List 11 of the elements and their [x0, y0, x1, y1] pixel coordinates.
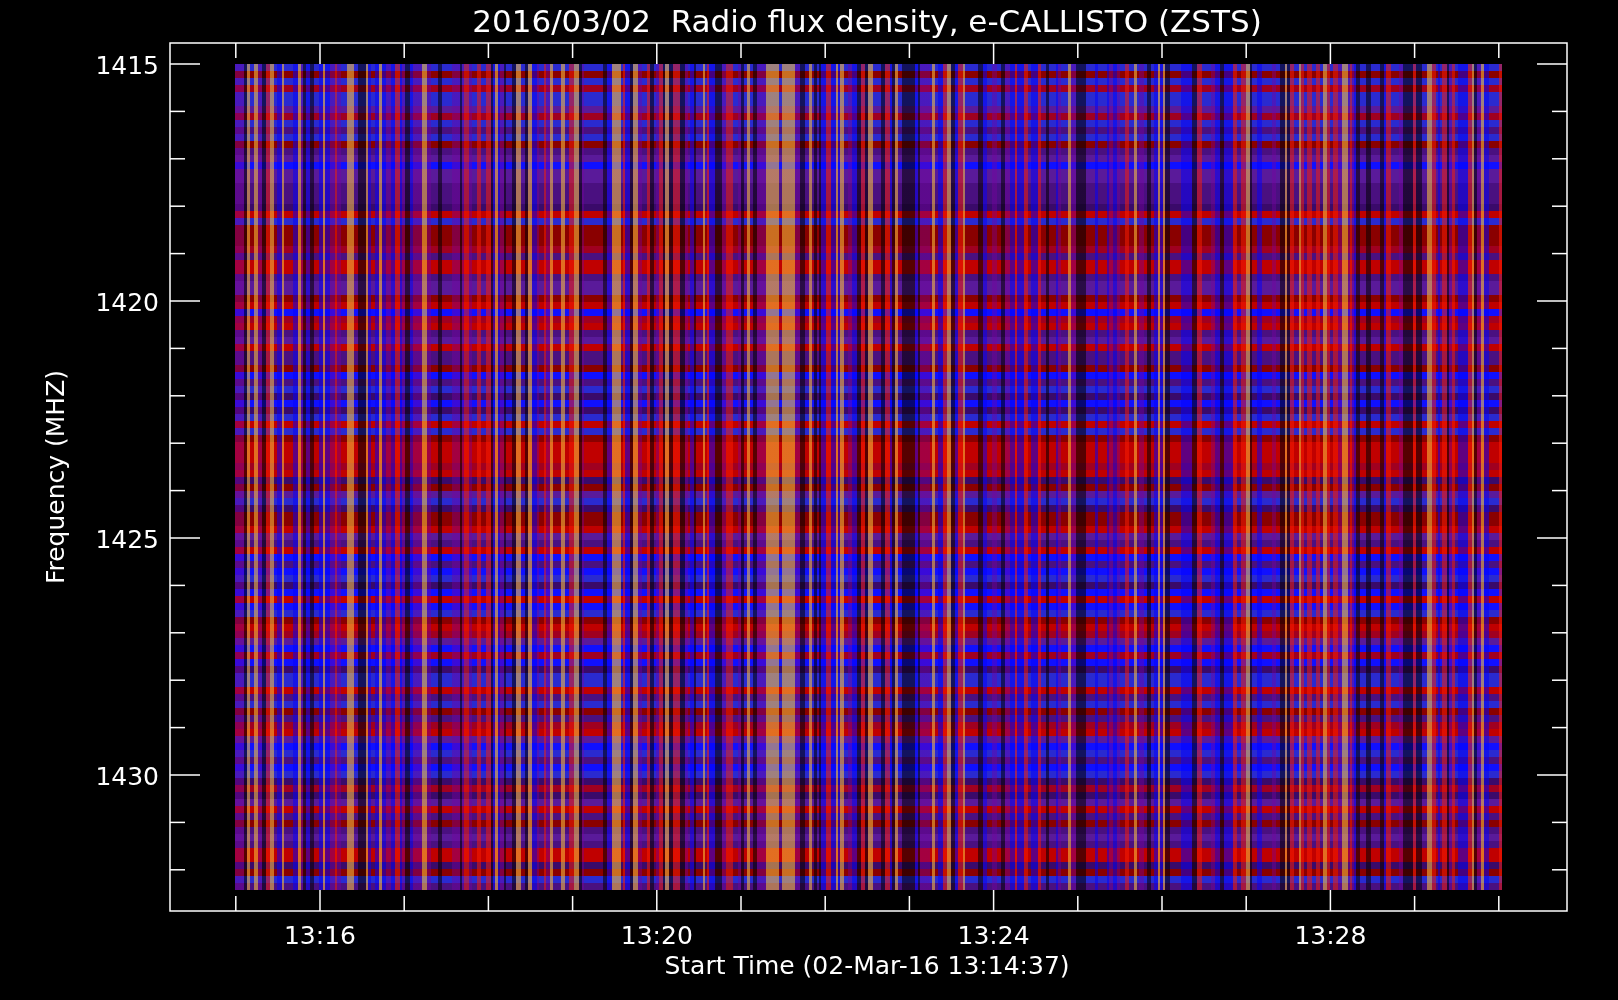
chart-title: 2016/03/02 Radio flux density, e-CALLISTO (ZSTS)	[472, 3, 1262, 39]
x-axis-label: Start Time (02-Mar-16 13:14:37)	[664, 951, 1070, 980]
x-tick-label: 13:20	[620, 921, 693, 950]
y-tick-label: 1425	[95, 525, 159, 554]
x-tick-label: 13:16	[284, 921, 356, 950]
y-tick-label: 1420	[95, 288, 159, 317]
y-tick-label: 1415	[95, 51, 159, 80]
y-tick-label: 1430	[95, 762, 159, 791]
y-axis-label: Frequency (MHZ)	[41, 369, 70, 585]
x-tick-label: 13:28	[1294, 921, 1367, 950]
x-tick-label: 13:24	[957, 921, 1030, 950]
